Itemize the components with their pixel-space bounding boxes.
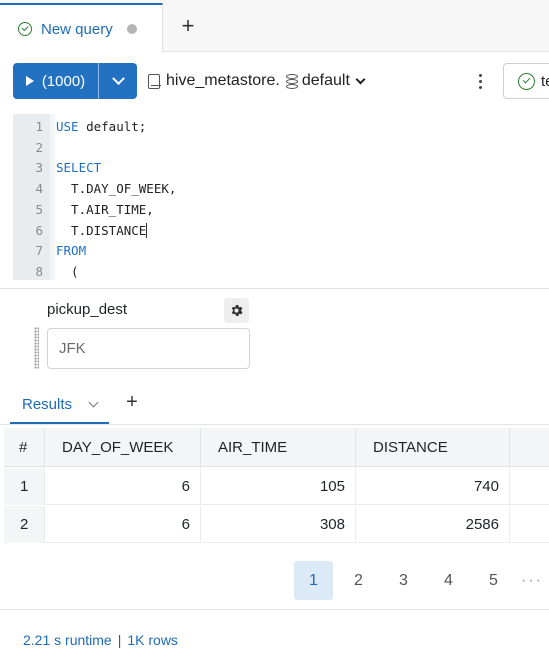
code-line: 1 USE default; xyxy=(13,117,549,137)
table-row: 2 6 308 2586 xyxy=(4,506,549,543)
parameter-label: pickup_dest xyxy=(47,301,128,318)
sql-text: ( xyxy=(56,263,79,279)
more-options-kebab-icon[interactable] xyxy=(472,70,488,92)
run-limit-label: (1000) xyxy=(41,72,86,90)
table-cell: 6 xyxy=(45,468,201,505)
query-stats: 2.21 s runtime | 1K rows xyxy=(23,632,178,648)
add-visualization-button[interactable]: + xyxy=(120,389,144,415)
sql-text: T.AIR_TIME, xyxy=(56,201,154,217)
row-index: 1 xyxy=(4,468,45,505)
table-cell: 105 xyxy=(201,468,356,505)
chevron-down-icon xyxy=(355,74,366,84)
drag-handle-icon[interactable] xyxy=(34,327,39,369)
runtime-text: 2.21 s runtime xyxy=(23,632,112,648)
code-text: T.AIR_TIME, xyxy=(56,200,154,220)
catalog-schema-selector[interactable]: hive_metastore . default xyxy=(148,70,366,92)
tab-label: New query xyxy=(41,20,113,38)
run-button[interactable]: (1000) xyxy=(13,63,99,99)
table-cell: 6 xyxy=(45,506,201,543)
page-button-3[interactable]: 3 xyxy=(384,561,423,600)
unsaved-dot-icon xyxy=(126,24,137,34)
add-tab-button[interactable]: + xyxy=(176,12,200,40)
catalog-name: hive_metastore xyxy=(166,72,276,89)
gear-icon xyxy=(231,305,243,316)
line-number: 1 xyxy=(35,119,43,134)
row-count-text: 1K rows xyxy=(127,632,178,648)
database-icon xyxy=(285,73,298,89)
sql-keyword: SELECT xyxy=(56,160,102,176)
sql-text: default; xyxy=(78,119,147,134)
code-line: 7 FROM xyxy=(13,241,549,261)
line-number: 3 xyxy=(35,160,43,176)
table-header-row: # DAY_OF_WEEK AIR_TIME DISTANCE xyxy=(4,428,549,467)
sql-editor[interactable]: 1 USE default; 2 3 SELECT 4 T.DAY_OF_WEEK, 5 T… xyxy=(13,114,549,280)
code-text: SELECT xyxy=(56,158,101,178)
code-text: USE default; xyxy=(56,117,146,137)
sql-keyword: FROM xyxy=(56,243,87,259)
check-circle-icon xyxy=(518,72,535,90)
code-line: 4 T.DAY_OF_WEEK, xyxy=(13,179,549,199)
sql-text: T.DAY_OF_WEEK, xyxy=(56,181,177,197)
schema-name: default xyxy=(301,72,350,89)
check-circle-icon xyxy=(18,22,32,36)
line-number: 5 xyxy=(35,201,43,217)
page-button-5[interactable]: 5 xyxy=(474,561,513,600)
tab-new-query[interactable]: New query xyxy=(0,3,163,53)
column-header: # xyxy=(4,428,45,467)
page-button-1[interactable]: 1 xyxy=(294,561,333,600)
chevron-down-icon[interactable] xyxy=(88,397,99,407)
table-row: 1 6 105 740 xyxy=(4,468,549,505)
results-table: # DAY_OF_WEEK AIR_TIME DISTANCE 1 6 105 … xyxy=(4,428,549,550)
parameter-input[interactable] xyxy=(47,328,250,369)
code-line: 6 T.DISTANCE xyxy=(13,221,549,241)
code-text: T.DISTANCE xyxy=(56,221,148,241)
play-icon xyxy=(25,76,34,86)
page-button-2[interactable]: 2 xyxy=(339,561,378,600)
line-number: 4 xyxy=(35,181,43,197)
sql-text: T.DISTANCE xyxy=(56,222,147,238)
text-cursor xyxy=(146,222,148,238)
row-index: 2 xyxy=(4,506,45,543)
code-line: 2 xyxy=(13,138,549,158)
catalog-separator: . xyxy=(275,72,280,89)
run-options-dropdown[interactable] xyxy=(99,63,137,99)
page-button-4[interactable]: 4 xyxy=(429,561,468,600)
pagination: 1 2 3 4 5 ··· xyxy=(294,561,543,600)
line-number: 8 xyxy=(35,263,43,279)
code-text: ( xyxy=(56,262,79,282)
run-button-group: (1000) xyxy=(13,63,137,99)
code-line: 8 ( xyxy=(13,262,549,282)
catalog-icon xyxy=(148,73,161,89)
code-text: FROM xyxy=(56,241,86,261)
parameter-settings-button[interactable] xyxy=(224,298,249,323)
code-line: 3 SELECT xyxy=(13,158,549,178)
plus-icon: + xyxy=(126,390,138,413)
line-number: 7 xyxy=(35,243,43,259)
results-tab-label: Results xyxy=(22,395,73,413)
table-cell: 2586 xyxy=(356,506,510,543)
query-tab-bar: New query + xyxy=(0,0,549,53)
column-header[interactable]: DISTANCE xyxy=(356,428,510,467)
plus-icon: + xyxy=(181,13,195,38)
more-pages-ellipsis[interactable]: ··· xyxy=(521,572,543,590)
line-number: 6 xyxy=(35,222,43,238)
chevron-down-icon xyxy=(111,71,125,85)
table-cell: 740 xyxy=(356,468,510,505)
table-cell: 308 xyxy=(201,506,356,543)
column-header[interactable]: AIR_TIME xyxy=(201,428,356,467)
code-line: 5 T.AIR_TIME, xyxy=(13,200,549,220)
save-button-label: te xyxy=(541,72,549,90)
save-button[interactable]: te xyxy=(503,63,549,99)
tab-results[interactable]: Results xyxy=(10,386,110,424)
column-header[interactable]: DAY_OF_WEEK xyxy=(45,428,201,467)
code-text: T.DAY_OF_WEEK, xyxy=(56,179,176,199)
line-number: 2 xyxy=(35,139,43,155)
sql-keyword: USE xyxy=(56,119,79,134)
